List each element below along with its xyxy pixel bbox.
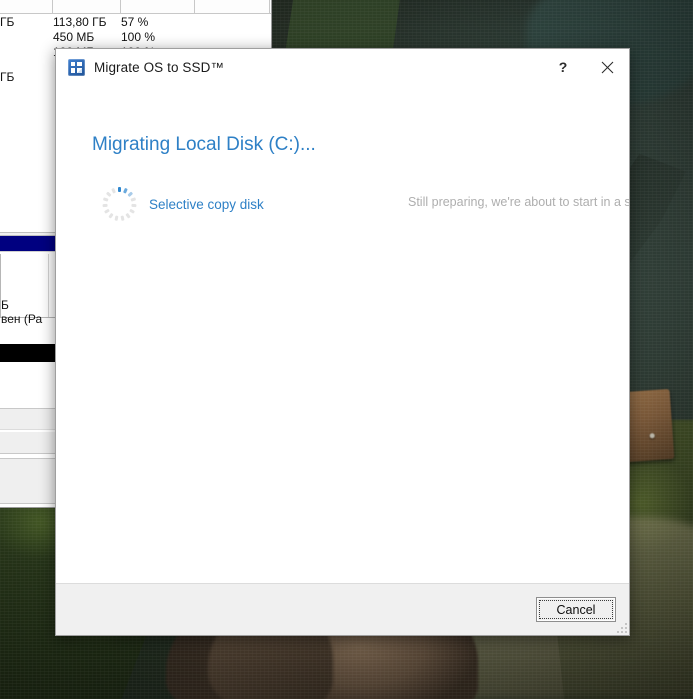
table-header-row xyxy=(0,0,271,14)
resize-grip[interactable] xyxy=(615,621,628,634)
disk-detail-label-1: Б xyxy=(1,298,9,312)
task-label: Selective copy disk xyxy=(149,196,264,212)
row-percent: 100 % xyxy=(121,29,156,44)
table-header-cell xyxy=(195,0,270,13)
dialog-footer: Cancel xyxy=(56,583,629,635)
disk-side-label: ГБ xyxy=(0,70,15,84)
migrate-os-app-icon xyxy=(68,58,85,76)
loading-spinner-icon xyxy=(101,187,137,221)
status-message: Still preparing, we're about to start in… xyxy=(408,195,629,209)
disk-graphic-partition[interactable]: Б вен (Ра xyxy=(1,254,49,326)
table-header-cell xyxy=(121,0,195,13)
table-header-cell xyxy=(0,0,53,13)
dialog-title: Migrate OS to SSD™ xyxy=(94,59,225,75)
table-row[interactable]: ГБ 113,80 ГБ 57 % xyxy=(0,14,271,29)
cancel-button[interactable]: Cancel xyxy=(536,597,616,622)
row-size: 113,80 ГБ xyxy=(53,14,107,29)
selected-cell xyxy=(0,236,53,251)
dialog-body: Migrating Local Disk (C:)... Selective c… xyxy=(56,85,629,583)
row-left-label: ГБ xyxy=(0,14,15,29)
help-button[interactable]: ? xyxy=(541,50,585,84)
table-row[interactable]: 450 МБ 100 % xyxy=(0,29,271,44)
disk-detail-label-2: вен (Ра xyxy=(1,312,43,326)
row-size: 450 МБ xyxy=(53,29,95,44)
cancel-button-label: Cancel xyxy=(556,602,596,617)
close-icon xyxy=(601,61,613,73)
row-percent: 57 % xyxy=(121,14,149,29)
close-button[interactable] xyxy=(585,50,629,84)
dialog-titlebar[interactable]: Migrate OS to SSD™ ? xyxy=(56,49,629,85)
table-header-cell xyxy=(53,0,121,13)
page-title: Migrating Local Disk (C:)... xyxy=(92,134,316,155)
migrate-os-dialog[interactable]: Migrate OS to SSD™ ? Migrating Local Dis… xyxy=(55,48,630,636)
